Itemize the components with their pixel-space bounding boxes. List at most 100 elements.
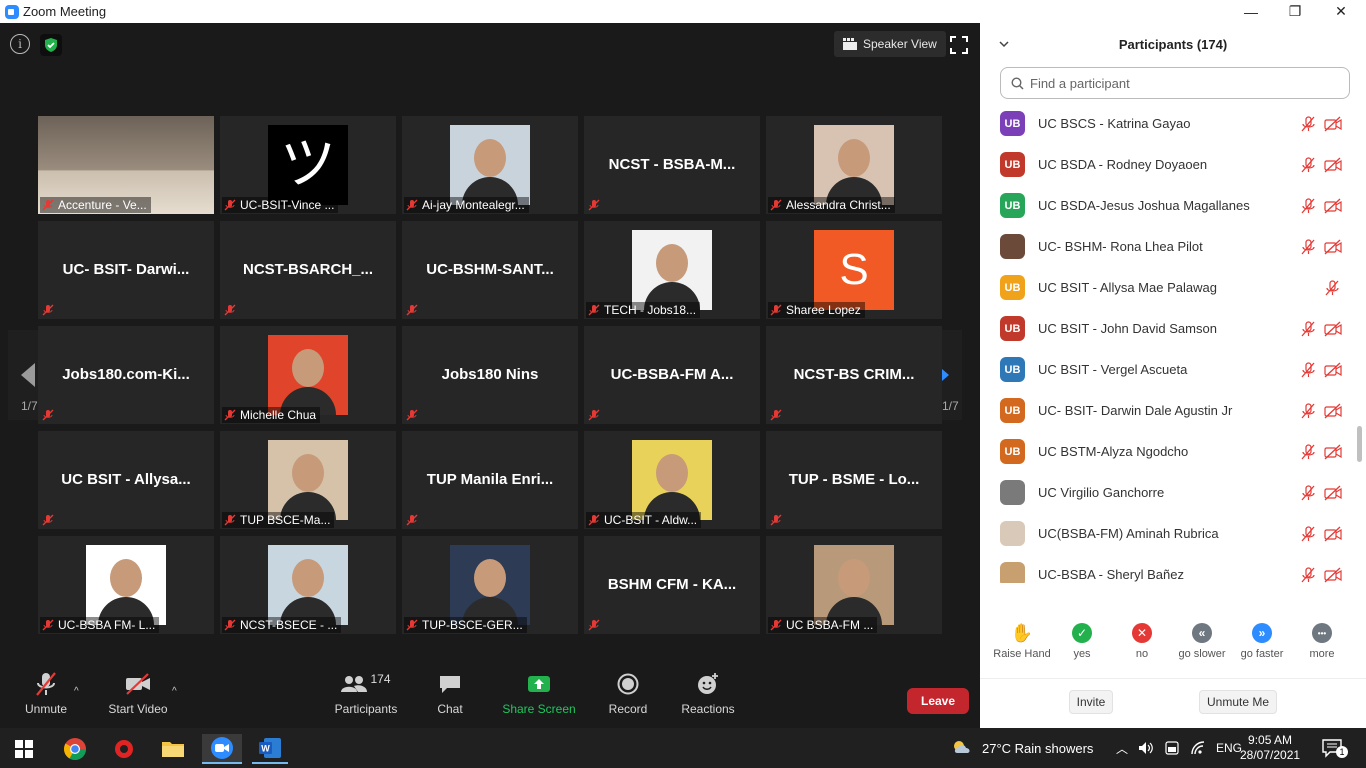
clock[interactable]: 9:05 AM 28/07/2021 bbox=[1240, 728, 1300, 768]
mic-muted-icon[interactable] bbox=[1300, 484, 1316, 501]
participant-row[interactable]: UB UC BSCS - Katrina Gayao bbox=[980, 103, 1356, 144]
video-tile[interactable]: UC- BSIT- Darwi... bbox=[38, 221, 214, 319]
windows-start-button[interactable] bbox=[6, 734, 42, 764]
participant-row[interactable]: UC- BSHM- Rona Lhea Pilot bbox=[980, 226, 1356, 267]
audio-options-caret[interactable]: ^ bbox=[74, 686, 79, 697]
video-tile[interactable]: Michelle Chua bbox=[220, 326, 396, 424]
close-button[interactable]: ✕ bbox=[1318, 0, 1364, 23]
video-tile[interactable]: ツ UC-BSIT-Vince ... bbox=[220, 116, 396, 214]
video-off-icon[interactable] bbox=[1324, 239, 1342, 255]
video-tile[interactable]: TUP BSCE-Ma... bbox=[220, 431, 396, 529]
video-off-icon[interactable] bbox=[1324, 403, 1342, 419]
video-off-icon[interactable] bbox=[1324, 116, 1342, 132]
chrome-taskbar-button[interactable] bbox=[57, 734, 93, 764]
mic-muted-icon[interactable] bbox=[1300, 443, 1316, 460]
video-tile[interactable]: UC-BSBA-FM A... bbox=[584, 326, 760, 424]
leave-button[interactable]: Leave bbox=[907, 688, 969, 714]
security-shield-icon[interactable] bbox=[40, 34, 62, 56]
volume-icon[interactable] bbox=[1138, 741, 1154, 755]
video-tile[interactable]: UC-BSIT - Aldw... bbox=[584, 431, 760, 529]
mic-muted-icon[interactable] bbox=[1300, 525, 1316, 542]
video-tile[interactable]: S Sharee Lopez bbox=[766, 221, 942, 319]
mic-muted-icon[interactable] bbox=[1300, 402, 1316, 419]
zoom-taskbar-button[interactable] bbox=[202, 734, 242, 764]
video-off-icon[interactable] bbox=[1324, 444, 1342, 460]
participant-row[interactable]: UB UC BSIT - Vergel Ascueta bbox=[980, 349, 1356, 390]
invite-button[interactable]: Invite bbox=[1069, 690, 1113, 714]
video-tile[interactable]: BSHM CFM - KA... bbox=[584, 536, 760, 634]
participant-search-input[interactable] bbox=[1030, 75, 1330, 91]
video-tile[interactable]: NCST - BSBA-M... bbox=[584, 116, 760, 214]
video-options-caret[interactable]: ^ bbox=[172, 686, 177, 697]
video-tile[interactable]: TECH - Jobs18... bbox=[584, 221, 760, 319]
video-tile[interactable]: UC BSBA-FM ... bbox=[766, 536, 942, 634]
participant-row[interactable]: UB UC BSTM-Alyza Ngodcho bbox=[980, 431, 1356, 472]
mic-muted-icon[interactable] bbox=[1300, 320, 1316, 337]
participant-row[interactable]: UB UC BSDA - Rodney Doyaoen bbox=[980, 144, 1356, 185]
video-tile[interactable]: Jobs180.com-Ki... bbox=[38, 326, 214, 424]
video-tile[interactable]: TUP Manila Enri... bbox=[402, 431, 578, 529]
file-explorer-taskbar-button[interactable] bbox=[155, 734, 191, 764]
video-tile[interactable]: UC-BSHM-SANT... bbox=[402, 221, 578, 319]
no-button[interactable]: ✕ no bbox=[1112, 623, 1172, 660]
yes-button[interactable]: ✓ yes bbox=[1052, 623, 1112, 660]
battery-icon[interactable] bbox=[1164, 741, 1180, 755]
meeting-info-icon[interactable]: i bbox=[10, 34, 30, 54]
mic-muted-icon[interactable] bbox=[1300, 197, 1316, 214]
record-button[interactable]: Record bbox=[608, 670, 648, 716]
video-off-icon[interactable] bbox=[1324, 321, 1342, 337]
video-tile[interactable]: NCST-BSECE - ... bbox=[220, 536, 396, 634]
go-faster-button[interactable]: » go faster bbox=[1232, 623, 1292, 660]
participant-row[interactable]: UC(BSBA-FM) Aminah Rubrica bbox=[980, 513, 1356, 554]
unmute-me-button[interactable]: Unmute Me bbox=[1199, 690, 1277, 714]
unmute-button[interactable]: Unmute bbox=[24, 670, 68, 716]
mic-muted-icon[interactable] bbox=[1300, 156, 1316, 173]
mic-muted-icon[interactable] bbox=[1324, 279, 1340, 296]
scrollbar-thumb[interactable] bbox=[1357, 426, 1362, 462]
restore-button[interactable]: ❐ bbox=[1272, 0, 1318, 23]
raise-hand-button[interactable]: ✋ Raise Hand bbox=[992, 623, 1052, 661]
participant-list-scrollbar[interactable] bbox=[1356, 101, 1362, 596]
video-tile[interactable]: UC BSIT - Allysa... bbox=[38, 431, 214, 529]
video-tile[interactable]: UC-BSBA FM- L... bbox=[38, 536, 214, 634]
participant-row[interactable]: UB UC BSIT - Allysa Mae Palawag bbox=[980, 267, 1356, 308]
input-language[interactable]: ENG bbox=[1216, 741, 1242, 755]
go-slower-button[interactable]: « go slower bbox=[1172, 623, 1232, 660]
minimize-button[interactable]: — bbox=[1228, 0, 1274, 23]
action-center-button[interactable]: 1 bbox=[1322, 728, 1348, 768]
fullscreen-icon[interactable] bbox=[950, 36, 968, 54]
start-video-button[interactable]: Start Video bbox=[108, 670, 168, 716]
participant-row[interactable]: UB UC BSDA-Jesus Joshua Magallanes bbox=[980, 185, 1356, 226]
more-button[interactable]: ••• more bbox=[1292, 623, 1352, 660]
word-taskbar-button[interactable]: W bbox=[252, 734, 288, 764]
video-tile[interactable]: TUP - BSME - Lo... bbox=[766, 431, 942, 529]
video-tile[interactable]: NCST-BSARCH_... bbox=[220, 221, 396, 319]
video-off-icon[interactable] bbox=[1324, 485, 1342, 501]
participant-row[interactable]: UC-BSBA - Sheryl Bañez bbox=[980, 554, 1356, 583]
participant-row[interactable]: UB UC BSIT - John David Samson bbox=[980, 308, 1356, 349]
mic-muted-icon[interactable] bbox=[1300, 361, 1316, 378]
garena-taskbar-button[interactable] bbox=[106, 734, 142, 764]
wifi-icon[interactable] bbox=[1190, 741, 1206, 755]
video-off-icon[interactable] bbox=[1324, 157, 1342, 173]
mic-muted-icon[interactable] bbox=[1300, 115, 1316, 132]
participant-search[interactable] bbox=[1000, 67, 1350, 99]
video-tile[interactable]: NCST-BS CRIM... bbox=[766, 326, 942, 424]
video-tile[interactable]: Alessandra Christ... bbox=[766, 116, 942, 214]
video-off-icon[interactable] bbox=[1324, 362, 1342, 378]
video-tile[interactable]: Jobs180 Nins bbox=[402, 326, 578, 424]
video-off-icon[interactable] bbox=[1324, 567, 1342, 583]
mic-muted-icon[interactable] bbox=[1300, 238, 1316, 255]
video-off-icon[interactable] bbox=[1324, 198, 1342, 214]
weather-widget[interactable]: 27°C Rain showers bbox=[952, 728, 1093, 768]
participant-row[interactable]: UC Virgilio Ganchorre bbox=[980, 472, 1356, 513]
video-tile[interactable]: Ai-jay Montealegr... bbox=[402, 116, 578, 214]
mic-muted-icon[interactable] bbox=[1300, 566, 1316, 583]
tray-overflow-icon[interactable]: ︿ bbox=[1116, 740, 1128, 757]
video-tile[interactable]: Accenture - Ve... bbox=[38, 116, 214, 214]
participants-button[interactable]: 174 Participants bbox=[334, 670, 398, 716]
video-off-icon[interactable] bbox=[1324, 526, 1342, 542]
participant-row[interactable]: UB UC- BSIT- Darwin Dale Agustin Jr bbox=[980, 390, 1356, 431]
reactions-button[interactable]: Reactions bbox=[681, 670, 735, 716]
video-tile[interactable]: TUP-BSCE-GER... bbox=[402, 536, 578, 634]
